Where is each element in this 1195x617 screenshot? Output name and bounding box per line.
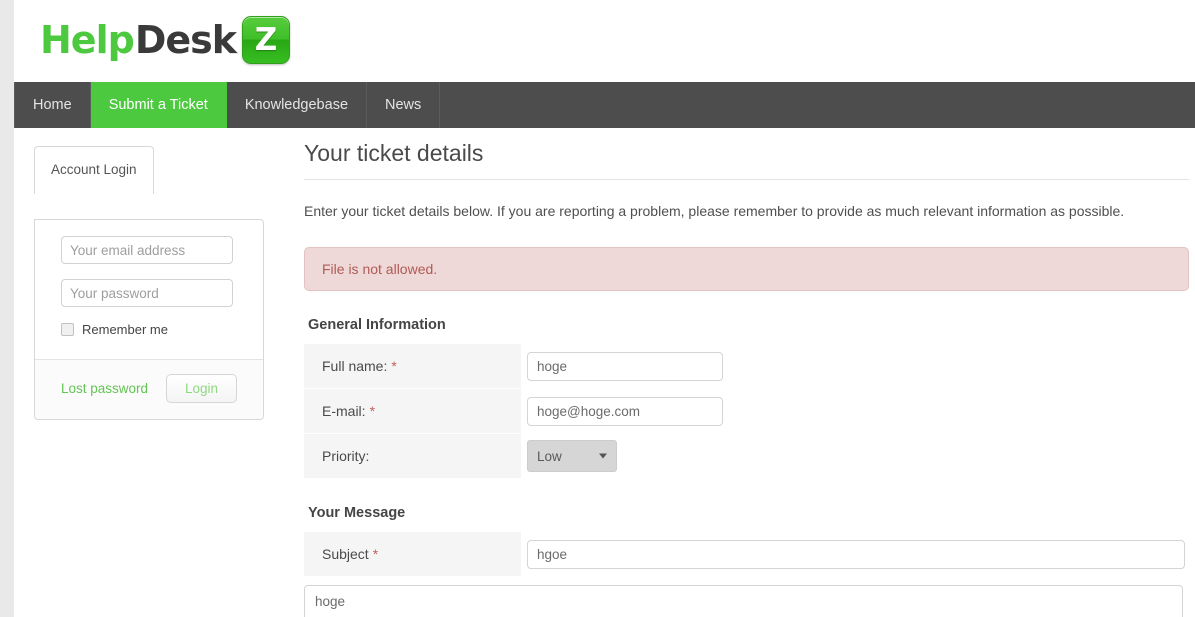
message-textarea[interactable]: hoge [304, 584, 1183, 617]
priority-field-cell: Low [521, 440, 1189, 473]
remember-me-label: Remember me [82, 322, 168, 337]
general-information-heading: General Information [308, 316, 446, 333]
email-input[interactable] [527, 396, 723, 426]
form-row-subject: Subject * [304, 531, 1189, 577]
fullname-field-cell [521, 351, 1189, 381]
sidebar-tab-strip: Account Login [34, 146, 264, 194]
error-alert-text: File is not allowed. [322, 260, 438, 277]
priority-select[interactable]: Low [527, 440, 617, 473]
fullname-input[interactable] [527, 351, 723, 381]
nav-item-news[interactable]: News [367, 82, 441, 128]
left-rail [0, 0, 14, 617]
account-login-sidebar: Account Login Remember me Lost password … [34, 146, 264, 420]
login-button[interactable]: Login [165, 374, 237, 403]
nav-item-submit-a-ticket[interactable]: Submit a Ticket [90, 82, 227, 128]
your-message-heading: Your Message [308, 504, 406, 521]
remember-me-row[interactable]: Remember me [61, 322, 237, 353]
intro-text: Enter your ticket details below. If you … [304, 203, 1125, 219]
fullname-label-cell: Full name: * [304, 343, 521, 389]
subject-field-cell [521, 539, 1189, 569]
login-panel-body: Remember me [35, 220, 263, 359]
page-title: Your ticket details [304, 140, 1189, 180]
main-content: Your ticket details Enter your ticket de… [304, 140, 1189, 617]
form-row-priority: Priority: Low [304, 433, 1189, 479]
subject-label-cell: Subject * [304, 531, 521, 577]
remember-me-checkbox[interactable] [61, 323, 74, 336]
general-information-form: Full name: * E-mail: * Priority: [304, 343, 1189, 479]
priority-selected-value: Low [537, 448, 562, 464]
error-alert: File is not allowed. [304, 246, 1189, 291]
page-root: Help Desk Z Home Submit a Ticket Knowled… [0, 0, 1195, 617]
email-label-cell: E-mail: * [304, 388, 521, 434]
login-panel: Remember me Lost password Login [34, 219, 264, 420]
nav-item-home[interactable]: Home [14, 82, 91, 128]
subject-label: Subject [322, 545, 369, 562]
email-field-cell [521, 396, 1189, 426]
lost-password-link[interactable]: Lost password [61, 381, 148, 396]
logo-badge-letter: Z [254, 21, 278, 58]
subject-input[interactable] [527, 539, 1185, 569]
priority-label: Priority: [322, 447, 370, 464]
email-label: E-mail: [322, 402, 366, 419]
chevron-down-icon [599, 453, 607, 459]
priority-label-cell: Priority: [304, 433, 521, 479]
login-email-input[interactable] [61, 236, 233, 264]
fullname-required-marker: * [391, 357, 397, 374]
message-form: Subject * [304, 531, 1189, 577]
form-row-email: E-mail: * [304, 388, 1189, 434]
fullname-label: Full name: [322, 357, 388, 374]
login-password-input[interactable] [61, 279, 233, 307]
tab-account-login[interactable]: Account Login [34, 146, 154, 194]
main-navigation: Home Submit a Ticket Knowledgebase News [14, 82, 1195, 128]
login-panel-footer: Lost password Login [35, 359, 263, 419]
logo-text-desk: Desk [134, 18, 237, 62]
form-row-fullname: Full name: * [304, 343, 1189, 389]
logo-badge-icon: Z [242, 16, 291, 64]
site-logo[interactable]: Help Desk Z [40, 12, 291, 68]
logo-text-help: Help [40, 18, 135, 62]
nav-item-knowledgebase[interactable]: Knowledgebase [227, 82, 368, 128]
email-required-marker: * [369, 402, 376, 419]
subject-required-marker: * [372, 545, 379, 562]
site-header: Help Desk Z [14, 0, 1195, 82]
